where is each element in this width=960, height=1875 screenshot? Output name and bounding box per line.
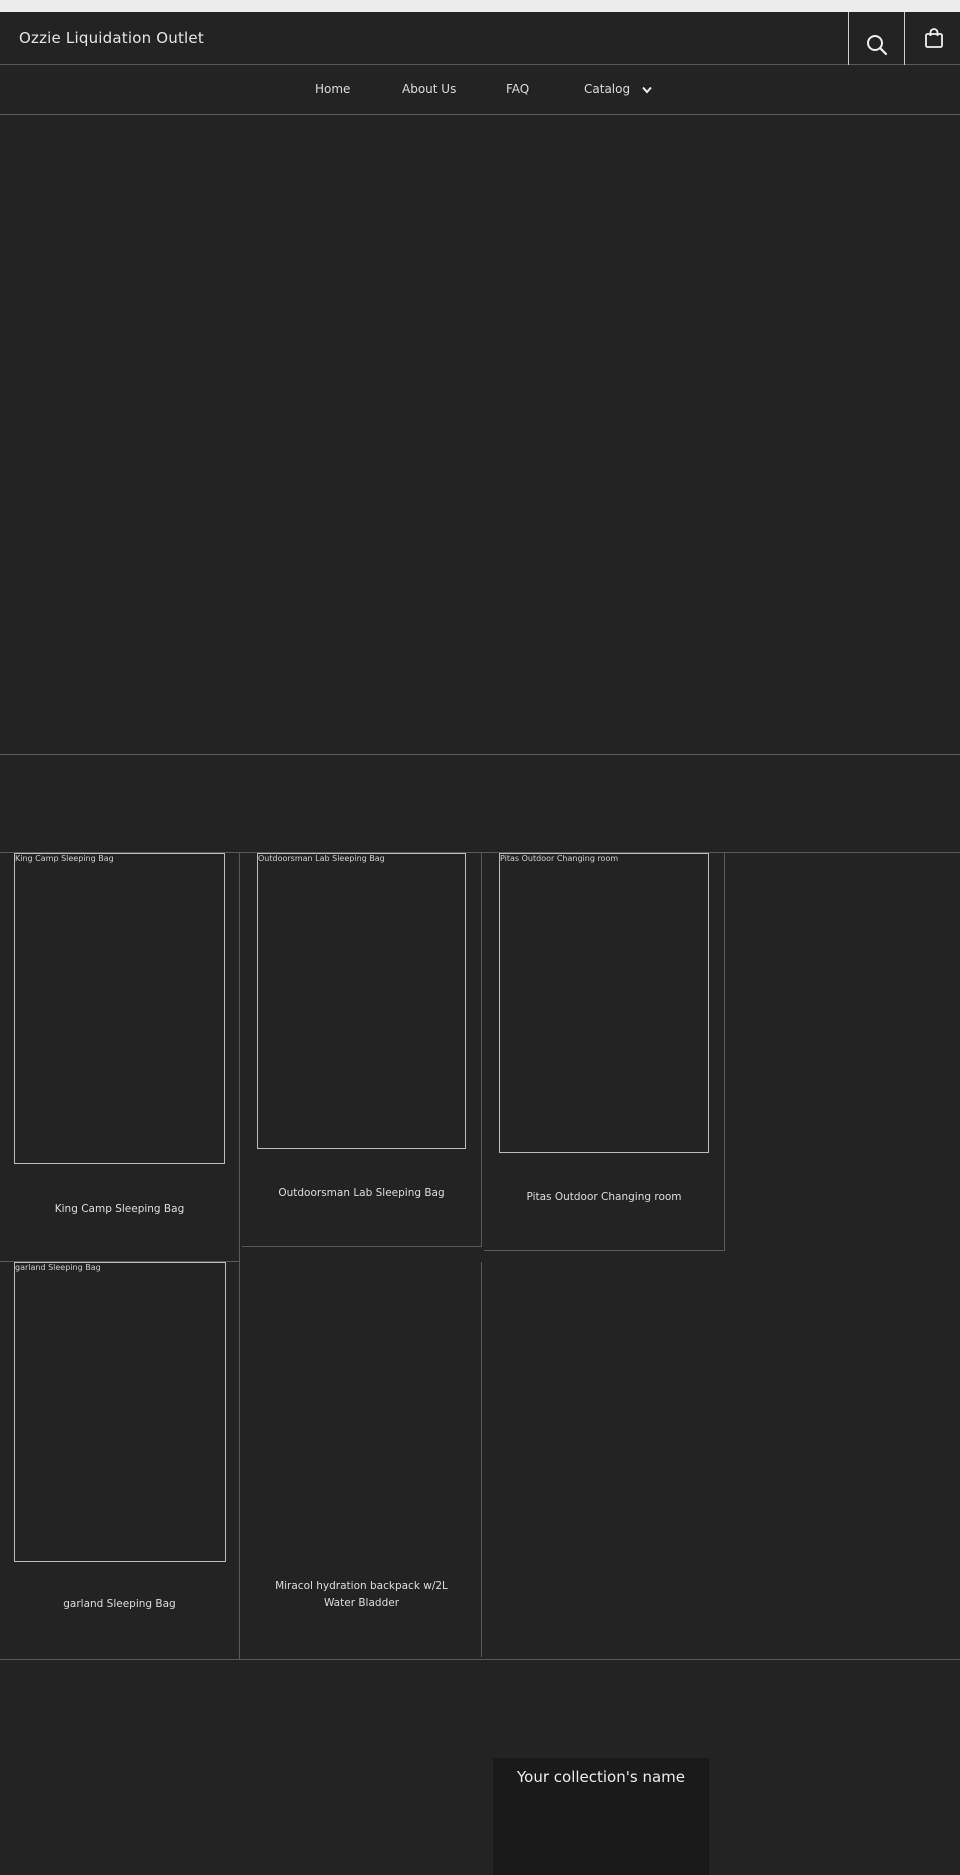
search-icon bbox=[867, 35, 888, 56]
section-spacer bbox=[0, 755, 960, 853]
chevron-down-icon bbox=[642, 86, 652, 94]
product-title[interactable]: Pitas Outdoor Changing room bbox=[484, 1189, 724, 1206]
nav-item-about-us[interactable]: About Us bbox=[402, 82, 456, 96]
product-image[interactable]: King Camp Sleeping Bag bbox=[14, 853, 225, 1164]
nav-item-catalog[interactable]: Catalog bbox=[584, 82, 652, 96]
nav-item-catalog-label: Catalog bbox=[584, 82, 631, 96]
product-card[interactable]: King Camp Sleeping Bag King Camp Sleepin… bbox=[0, 853, 240, 1262]
product-image[interactable]: Pitas Outdoor Changing room bbox=[499, 853, 709, 1153]
top-strip bbox=[0, 0, 960, 12]
collection-tile[interactable]: Your collection's name bbox=[493, 1758, 709, 1875]
section-divider bbox=[0, 1659, 960, 1660]
product-image-alt: garland Sleeping Bag bbox=[15, 1263, 101, 1272]
product-image-alt: King Camp Sleeping Bag bbox=[15, 854, 114, 863]
store-name[interactable]: Ozzie Liquidation Outlet bbox=[19, 29, 204, 47]
product-title[interactable]: King Camp Sleeping Bag bbox=[0, 1201, 239, 1218]
search-button[interactable] bbox=[848, 12, 904, 65]
shopping-bag-icon bbox=[925, 28, 943, 48]
product-card[interactable]: Miracol hydration backpack w/2L Water Bl… bbox=[242, 1262, 482, 1657]
collection-title[interactable]: Your collection's name bbox=[493, 1768, 709, 1786]
product-image-alt: Outdoorsman Lab Sleeping Bag bbox=[258, 854, 385, 863]
product-card[interactable]: garland Sleeping Bag garland Sleeping Ba… bbox=[0, 1262, 240, 1660]
cart-button[interactable] bbox=[904, 12, 960, 65]
product-title[interactable]: Outdoorsman Lab Sleeping Bag bbox=[242, 1185, 481, 1202]
site-header: Ozzie Liquidation Outlet bbox=[0, 12, 960, 65]
product-title[interactable]: Miracol hydration backpack w/2L Water Bl… bbox=[242, 1578, 481, 1612]
nav-item-home[interactable]: Home bbox=[315, 82, 350, 96]
main-nav: Home About Us FAQ Catalog bbox=[0, 65, 960, 115]
product-image-alt: Pitas Outdoor Changing room bbox=[500, 854, 619, 863]
product-title[interactable]: garland Sleeping Bag bbox=[0, 1596, 239, 1613]
product-image[interactable]: garland Sleeping Bag bbox=[14, 1262, 226, 1562]
product-image[interactable]: Outdoorsman Lab Sleeping Bag bbox=[257, 853, 466, 1149]
hero-banner bbox=[0, 115, 960, 755]
product-card[interactable]: Pitas Outdoor Changing room Pitas Outdoo… bbox=[484, 853, 725, 1251]
nav-item-faq[interactable]: FAQ bbox=[506, 82, 529, 96]
product-card[interactable]: Outdoorsman Lab Sleeping Bag Outdoorsman… bbox=[242, 853, 482, 1247]
